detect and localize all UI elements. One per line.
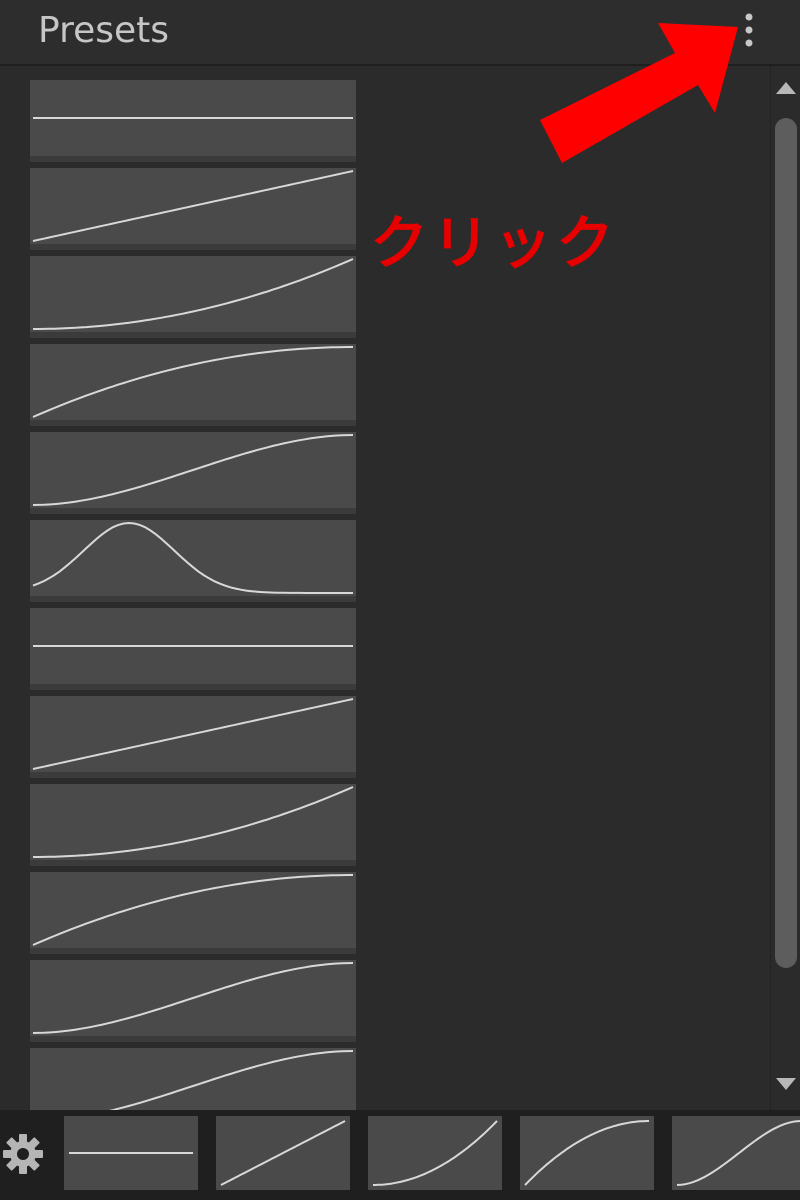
- preset-tile-flat[interactable]: [30, 608, 356, 690]
- bell-curve-line: [32, 521, 353, 594]
- ease-out-curve-line: [32, 346, 353, 418]
- scroll-down-arrow-icon[interactable]: [775, 1076, 797, 1092]
- linear-curve-line: [220, 1120, 346, 1186]
- preset-tile-ease-in[interactable]: [30, 784, 356, 866]
- linear-curve-line: [32, 170, 354, 242]
- preset-tile-bell[interactable]: [30, 520, 356, 602]
- preset-tile-linear[interactable]: [30, 168, 356, 250]
- preset-tile-flat[interactable]: [30, 80, 356, 162]
- ease-in-out-curve-icon: [676, 1120, 800, 1186]
- preset-tile-ease-out[interactable]: [30, 344, 356, 426]
- linear-curve-icon: [32, 698, 354, 770]
- preset-tile-ease-in[interactable]: [30, 256, 356, 338]
- quick-preset-ease-in-out[interactable]: [672, 1116, 800, 1190]
- scrollbar-thumb[interactable]: [775, 118, 797, 968]
- preset-tile-linear[interactable]: [30, 696, 356, 778]
- ease-out-curve-line: [524, 1120, 649, 1186]
- flat-curve-icon: [69, 1152, 193, 1154]
- ease-in-curve-line: [373, 1120, 498, 1186]
- preset-tile-ease-out[interactable]: [30, 872, 356, 954]
- ease-in-curve-line: [33, 786, 354, 858]
- ease-out-curve-icon: [32, 874, 353, 946]
- ease-in-curve-line: [33, 258, 354, 330]
- scroll-up-arrow-icon[interactable]: [775, 80, 797, 96]
- ease-in-out-curve-line: [676, 1120, 800, 1186]
- ease-out-curve-icon: [32, 346, 353, 418]
- ease-in-curve-icon: [373, 1120, 498, 1186]
- settings-button[interactable]: [0, 1124, 50, 1184]
- quick-preset-ease-out[interactable]: [520, 1116, 654, 1190]
- vertical-scrollbar[interactable]: [770, 66, 800, 1110]
- preset-tile-ease-in-out[interactable]: [30, 1048, 356, 1110]
- ease-in-out-curve-icon: [32, 434, 354, 506]
- flat-curve-icon: [33, 645, 353, 647]
- quick-preset-ease-in[interactable]: [368, 1116, 502, 1190]
- ease-in-out-curve-line: [32, 434, 354, 506]
- ease-out-curve-icon: [524, 1120, 649, 1186]
- ease-in-out-curve-icon: [108, 1050, 354, 1110]
- click-annotation-label: クリック: [370, 209, 619, 277]
- ease-in-out-curve-icon: [32, 962, 354, 1034]
- ease-in-out-curve-line: [32, 962, 354, 1034]
- ease-in-out-curve-line: [108, 1050, 354, 1110]
- red-arrow-annotation: [540, 23, 738, 163]
- panel-title: Presets: [38, 10, 170, 51]
- bell-curve-icon: [32, 521, 353, 594]
- ease-out-curve-line: [32, 874, 353, 946]
- linear-curve-line: [32, 698, 354, 770]
- quick-preset-flat[interactable]: [64, 1116, 198, 1190]
- preset-tile-ease-in-out[interactable]: [30, 960, 356, 1042]
- quick-preset-linear[interactable]: [216, 1116, 350, 1190]
- gear-icon: [3, 1134, 43, 1174]
- linear-curve-icon: [32, 170, 354, 242]
- ease-in-curve-icon: [33, 258, 354, 330]
- flat-curve-icon: [33, 117, 353, 119]
- preset-tile-ease-in-out[interactable]: [30, 432, 356, 514]
- quick-preset-bar: [0, 1110, 800, 1200]
- ease-in-curve-icon: [33, 786, 354, 858]
- linear-curve-icon: [220, 1120, 346, 1186]
